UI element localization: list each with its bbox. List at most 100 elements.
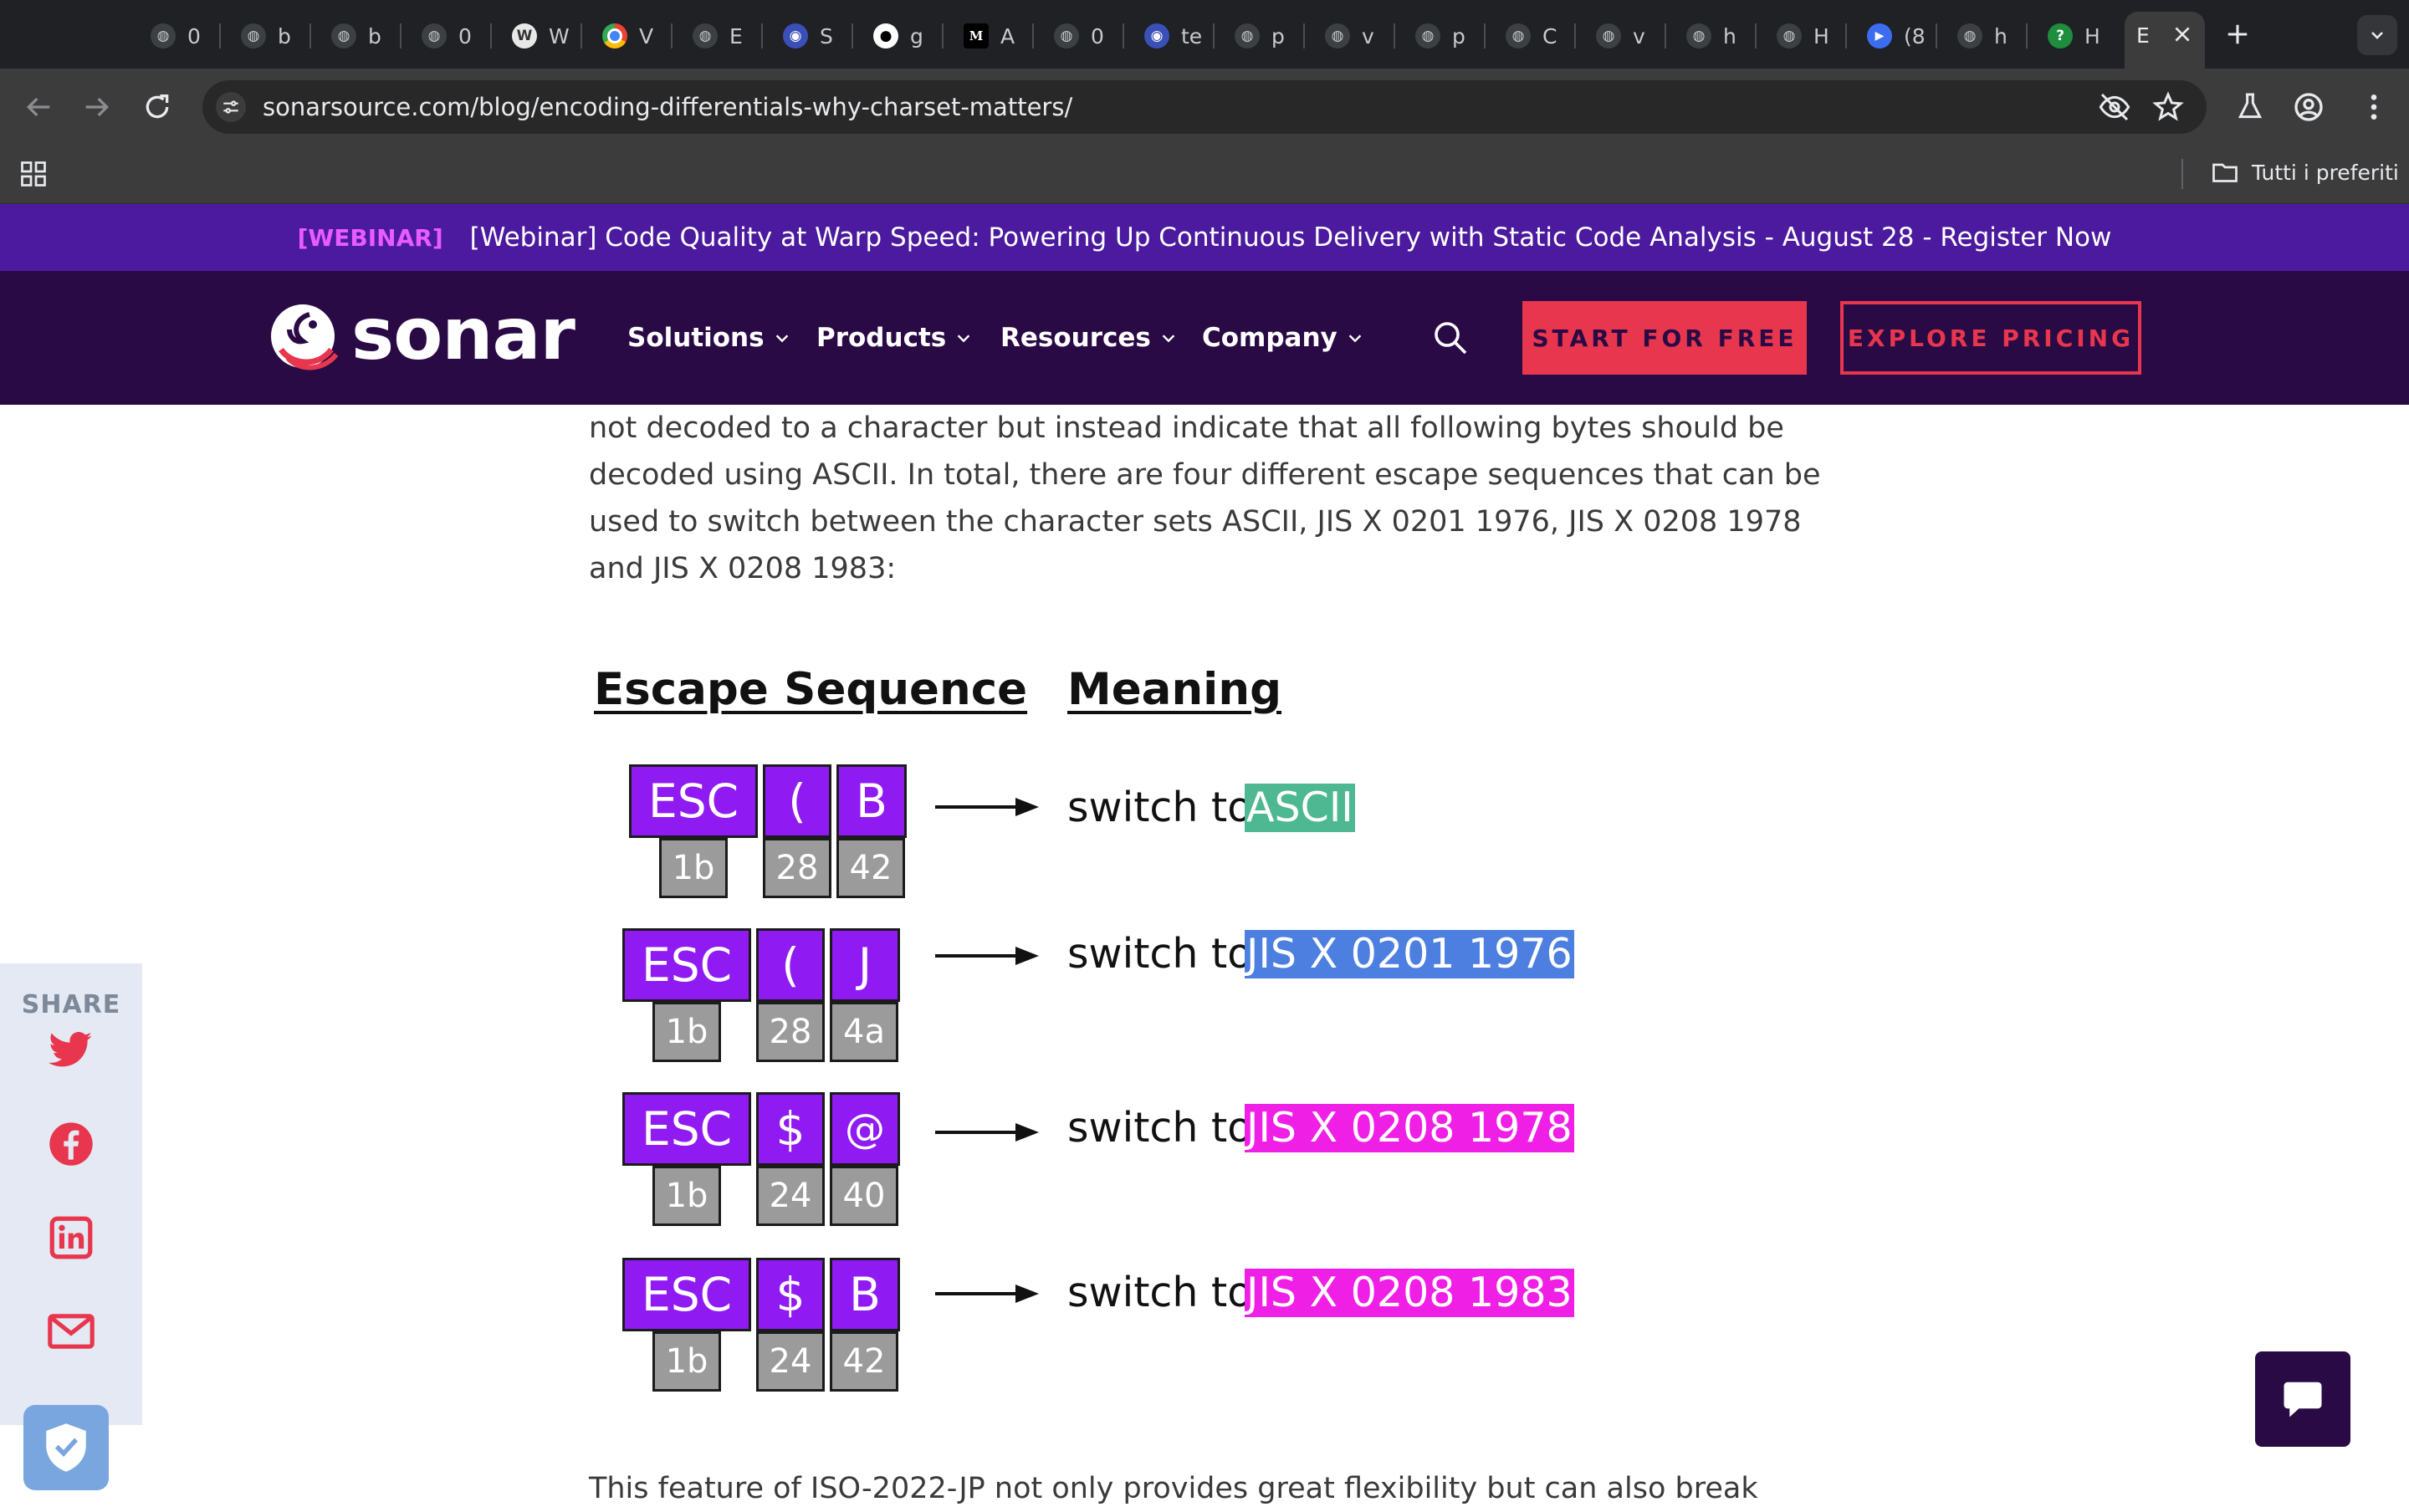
- escape-char-box: @: [830, 1092, 900, 1166]
- browser-tab[interactable]: ▶ (8: [1867, 12, 1926, 60]
- nav-company[interactable]: Company: [1202, 321, 1364, 355]
- browser-tab[interactable]: ◍ h: [1686, 12, 1736, 60]
- tab-separator: [852, 23, 853, 49]
- nav-resources[interactable]: Resources: [1000, 321, 1178, 355]
- tab-separator: [1032, 23, 1034, 49]
- bookmark-star-icon[interactable]: [2151, 90, 2185, 124]
- start-for-free-button[interactable]: START FOR FREE: [1522, 301, 1807, 375]
- tab-separator: [400, 23, 402, 49]
- privacy-shield-icon[interactable]: [23, 1405, 109, 1490]
- search-icon[interactable]: [1430, 318, 1470, 358]
- forward-icon[interactable]: [80, 90, 114, 124]
- browser-tab[interactable]: ◍ C: [1506, 12, 1557, 60]
- browser-tab[interactable]: ◍ b: [241, 12, 291, 60]
- explore-pricing-button[interactable]: EXPLORE PRICING: [1840, 301, 2141, 375]
- apps-grid-icon[interactable]: [18, 159, 49, 189]
- tab-separator: [1936, 23, 1937, 49]
- menu-kebab-icon[interactable]: [2357, 90, 2391, 124]
- browser-tab[interactable]: V: [602, 12, 653, 60]
- twitter-icon[interactable]: [46, 1025, 96, 1075]
- labs-flask-icon[interactable]: [2233, 90, 2267, 124]
- new-tab-icon[interactable]: [2225, 22, 2250, 47]
- charset-label-ascii: ASCII: [1245, 784, 1355, 832]
- chevron-down-icon: [1159, 329, 1178, 347]
- browser-tab-active[interactable]: E: [2125, 12, 2205, 69]
- switch-label: switch to: [1067, 1269, 1253, 1316]
- browser-tab[interactable]: ◍ E: [693, 12, 743, 60]
- browser-tab[interactable]: ◍ v: [1325, 12, 1374, 60]
- close-tab-icon[interactable]: [2171, 23, 2193, 45]
- profile-icon[interactable]: [2292, 90, 2325, 124]
- folder-icon: [2210, 157, 2240, 187]
- webinar-banner[interactable]: [WEBINAR] [Webinar] Code Quality at Warp…: [0, 204, 2409, 271]
- nav-label: Resources: [1000, 323, 1151, 353]
- tab-title: E: [2136, 23, 2150, 48]
- escape-char-box: $: [756, 1258, 825, 1331]
- globe-icon: ◍: [1235, 23, 1260, 49]
- figure-column-header: Meaning: [1067, 664, 1282, 715]
- browser-tab[interactable]: ◍ b: [331, 12, 381, 60]
- site-info-icon[interactable]: [216, 92, 246, 122]
- browser-tab[interactable]: ◍ 0: [422, 12, 472, 60]
- chevron-down-icon: [1346, 329, 1364, 347]
- nav-label: Company: [1202, 323, 1337, 353]
- charset-label-jis-0208-1983: JIS X 0208 1983: [1245, 1269, 1574, 1317]
- browser-tab[interactable]: ● g: [873, 12, 923, 60]
- facebook-icon[interactable]: [46, 1119, 96, 1169]
- sonar-logo-icon[interactable]: [266, 299, 346, 375]
- linkedin-icon[interactable]: [46, 1213, 96, 1263]
- banner-text[interactable]: [Webinar] Code Quality at Warp Speed: Po…: [470, 222, 2112, 253]
- hex-byte-box: 24: [756, 1166, 825, 1226]
- globe-icon: ◍: [1957, 23, 1982, 49]
- eye-off-icon[interactable]: [2098, 90, 2131, 124]
- globe-icon: ◍: [1686, 23, 1711, 49]
- tab-separator: [1755, 23, 1757, 49]
- browser-tab[interactable]: ◉ te: [1144, 12, 1202, 60]
- tab-separator: [490, 23, 492, 49]
- browser-tab[interactable]: WW: [512, 12, 570, 60]
- tab-search-icon[interactable]: [2357, 15, 2397, 55]
- browser-tab[interactable]: ? H: [2048, 12, 2100, 60]
- browser-tab[interactable]: MA: [964, 12, 1015, 60]
- all-bookmarks-folder[interactable]: Tutti i preferiti: [2210, 157, 2399, 187]
- browser-tab[interactable]: ◍ 0: [151, 12, 201, 60]
- escape-char-box: ESC: [629, 764, 758, 838]
- chevron-down-icon: [954, 329, 973, 347]
- hex-byte-box: 24: [756, 1331, 825, 1392]
- escape-char-box: $: [756, 1092, 825, 1166]
- reload-icon[interactable]: [141, 90, 174, 124]
- url-text[interactable]: sonarsource.com/blog/encoding-differenti…: [263, 90, 1072, 124]
- hex-byte-box: 42: [836, 838, 905, 898]
- escape-char-box: ESC: [622, 1092, 751, 1166]
- tab-separator: [1574, 23, 1576, 49]
- globe-icon: ◍: [1506, 23, 1531, 49]
- chevron-down-icon: [773, 329, 791, 347]
- tab-separator: [309, 23, 311, 49]
- browser-tab[interactable]: ◉ S: [783, 12, 833, 60]
- hex-byte-box: 1b: [652, 1331, 721, 1392]
- browser-tab[interactable]: ◍ h: [1957, 12, 2008, 60]
- browser-tab[interactable]: ◍ p: [1415, 12, 1465, 60]
- sonar-logo-text[interactable]: sonar: [351, 297, 575, 372]
- back-icon[interactable]: [22, 90, 55, 124]
- browser-tab[interactable]: ◍ 0: [1054, 12, 1104, 60]
- email-icon[interactable]: [46, 1306, 96, 1356]
- chat-widget-icon[interactable]: [2255, 1351, 2350, 1447]
- banner-tag: [WEBINAR]: [297, 223, 443, 252]
- arrow-right-icon: [935, 1120, 1039, 1145]
- bookmarks-divider: [2181, 159, 2183, 189]
- browser-tab[interactable]: ◍ p: [1235, 12, 1285, 60]
- browser-tab[interactable]: ◍ v: [1596, 12, 1645, 60]
- github-icon: ●: [873, 23, 898, 49]
- escape-char-box: ESC: [622, 928, 751, 1002]
- nav-products[interactable]: Products: [816, 321, 973, 355]
- tab-separator: [219, 23, 221, 49]
- nav-label: Products: [816, 323, 947, 353]
- hex-byte-box: 40: [830, 1166, 898, 1226]
- escape-char-box: ESC: [622, 1258, 751, 1331]
- browser-tab[interactable]: ◍ H: [1777, 12, 1829, 60]
- switch-label: switch to: [1067, 784, 1253, 831]
- shield-icon: ◉: [783, 23, 808, 49]
- nav-solutions[interactable]: Solutions: [627, 321, 791, 355]
- help-icon: ?: [2048, 23, 2073, 49]
